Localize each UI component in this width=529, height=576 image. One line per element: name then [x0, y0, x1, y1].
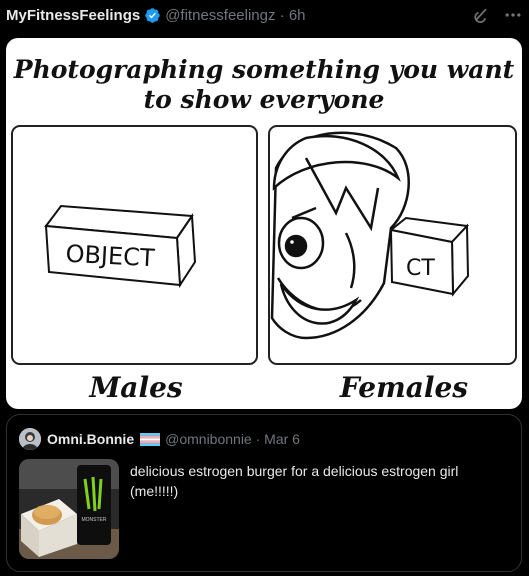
object-box: OBJECT — [44, 204, 197, 289]
caption-females: Females — [339, 371, 468, 404]
header-actions — [471, 5, 523, 25]
object-box-partial: CT — [388, 216, 470, 297]
author-display-name[interactable]: MyFitnessFeelings — [6, 7, 140, 24]
quoted-post-text: delicious estrogen burger for a deliciou… — [130, 463, 459, 499]
quoted-author-handle-time[interactable]: @omnibonnie · Mar 6 — [165, 431, 300, 447]
can-label: MONSTER — [82, 517, 107, 523]
meme-title-line2: to show everyone — [144, 85, 385, 114]
more-options-icon[interactable] — [503, 5, 523, 25]
grok-icon[interactable] — [471, 5, 491, 25]
caption-males: Males — [88, 371, 183, 404]
verified-badge-icon — [144, 7, 161, 24]
quoted-post[interactable]: Omni.Bonnie @omnibonnie · Mar 6 MONSTER … — [6, 414, 522, 572]
object-partial-label: CT — [406, 256, 435, 281]
trans-flag-icon — [140, 432, 161, 446]
quoted-post-image[interactable]: MONSTER — [19, 459, 119, 559]
post-image-meme[interactable]: Photographing something you want to show… — [6, 38, 522, 409]
author-handle-time[interactable]: @fitnessfeelingz · 6h — [165, 7, 305, 24]
meme-title-line1: Photographing something you want — [13, 55, 515, 84]
object-label: OBJECT — [65, 240, 156, 273]
post-header: MyFitnessFeelings @fitnessfeelingz · 6h — [6, 3, 523, 27]
quoted-author-display-name[interactable]: Omni.Bonnie — [47, 431, 134, 447]
avatar[interactable] — [19, 428, 41, 450]
quoted-post-header: Omni.Bonnie @omnibonnie · Mar 6 — [19, 428, 300, 450]
